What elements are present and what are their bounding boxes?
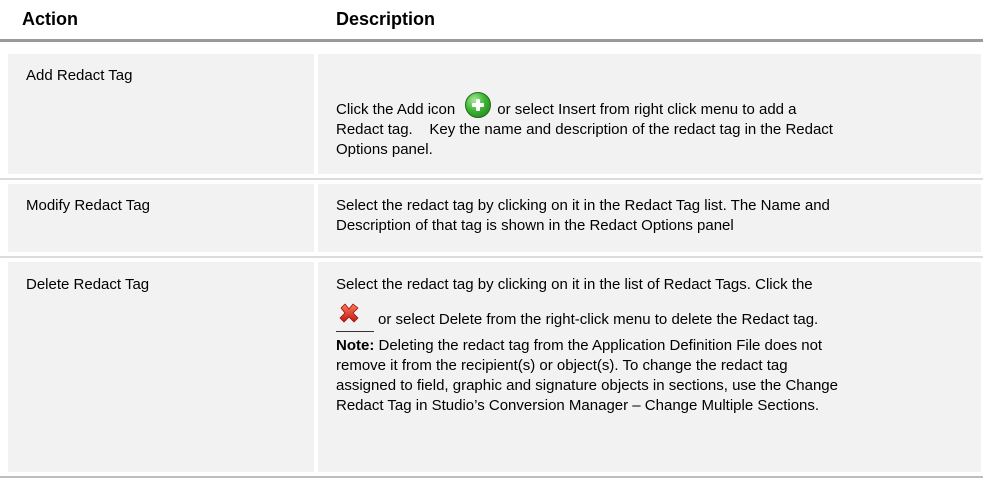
- row-modify-action: Modify Redact Tag: [26, 197, 150, 214]
- row-modify-action-cell: [8, 184, 314, 252]
- note-line3: assigned to field, graphic and signature…: [336, 377, 838, 394]
- header-description: Description: [336, 9, 436, 29]
- row-modify-description: Select the redact tag by clicking on it …: [336, 196, 976, 236]
- add-icon: [465, 92, 492, 118]
- row-separator: [0, 256, 983, 258]
- row-modify-desc-line2: Description of that tag is shown in the …: [336, 217, 734, 234]
- row-separator: [0, 178, 983, 180]
- row-add-desc-part4: Options panel.: [336, 141, 433, 158]
- header-action: Action: [22, 9, 78, 29]
- row-add-desc-part1: Click the Add icon: [336, 101, 456, 118]
- row-modify-desc-line1: Select the redact tag by clicking on it …: [336, 197, 830, 214]
- row-delete-action: Delete Redact Tag: [26, 276, 150, 293]
- row-delete-desc-line2: or select Delete from the right-click me…: [378, 311, 819, 328]
- row-add-description: Click the Add icon or select Insert from …: [336, 92, 976, 160]
- row-delete-description: Select the redact tag by clicking on it …: [336, 275, 976, 416]
- note-line2: remove it from the recipient(s) or objec…: [336, 357, 788, 374]
- note-line4: Redact Tag in Studio’s Conversion Manage…: [336, 397, 820, 414]
- row-add-action: Add Redact Tag: [26, 67, 133, 84]
- delete-icon: [339, 303, 359, 323]
- delete-icon-container: [336, 301, 374, 332]
- table-bottom-rule: [0, 476, 983, 478]
- note-line1: Deleting the redact tag from the Applica…: [374, 337, 823, 354]
- note-label: Note:: [336, 337, 375, 354]
- row-add-desc-part2: or select Insert from right click menu t…: [497, 101, 797, 118]
- row-delete-desc-line1: Select the redact tag by clicking on it …: [336, 276, 813, 293]
- redact-tag-table: Action Description Add Redact Tag Click …: [0, 0, 997, 489]
- header-rule: [0, 39, 983, 42]
- row-add-desc-part3: Redact tag. Key the name and description…: [336, 121, 833, 138]
